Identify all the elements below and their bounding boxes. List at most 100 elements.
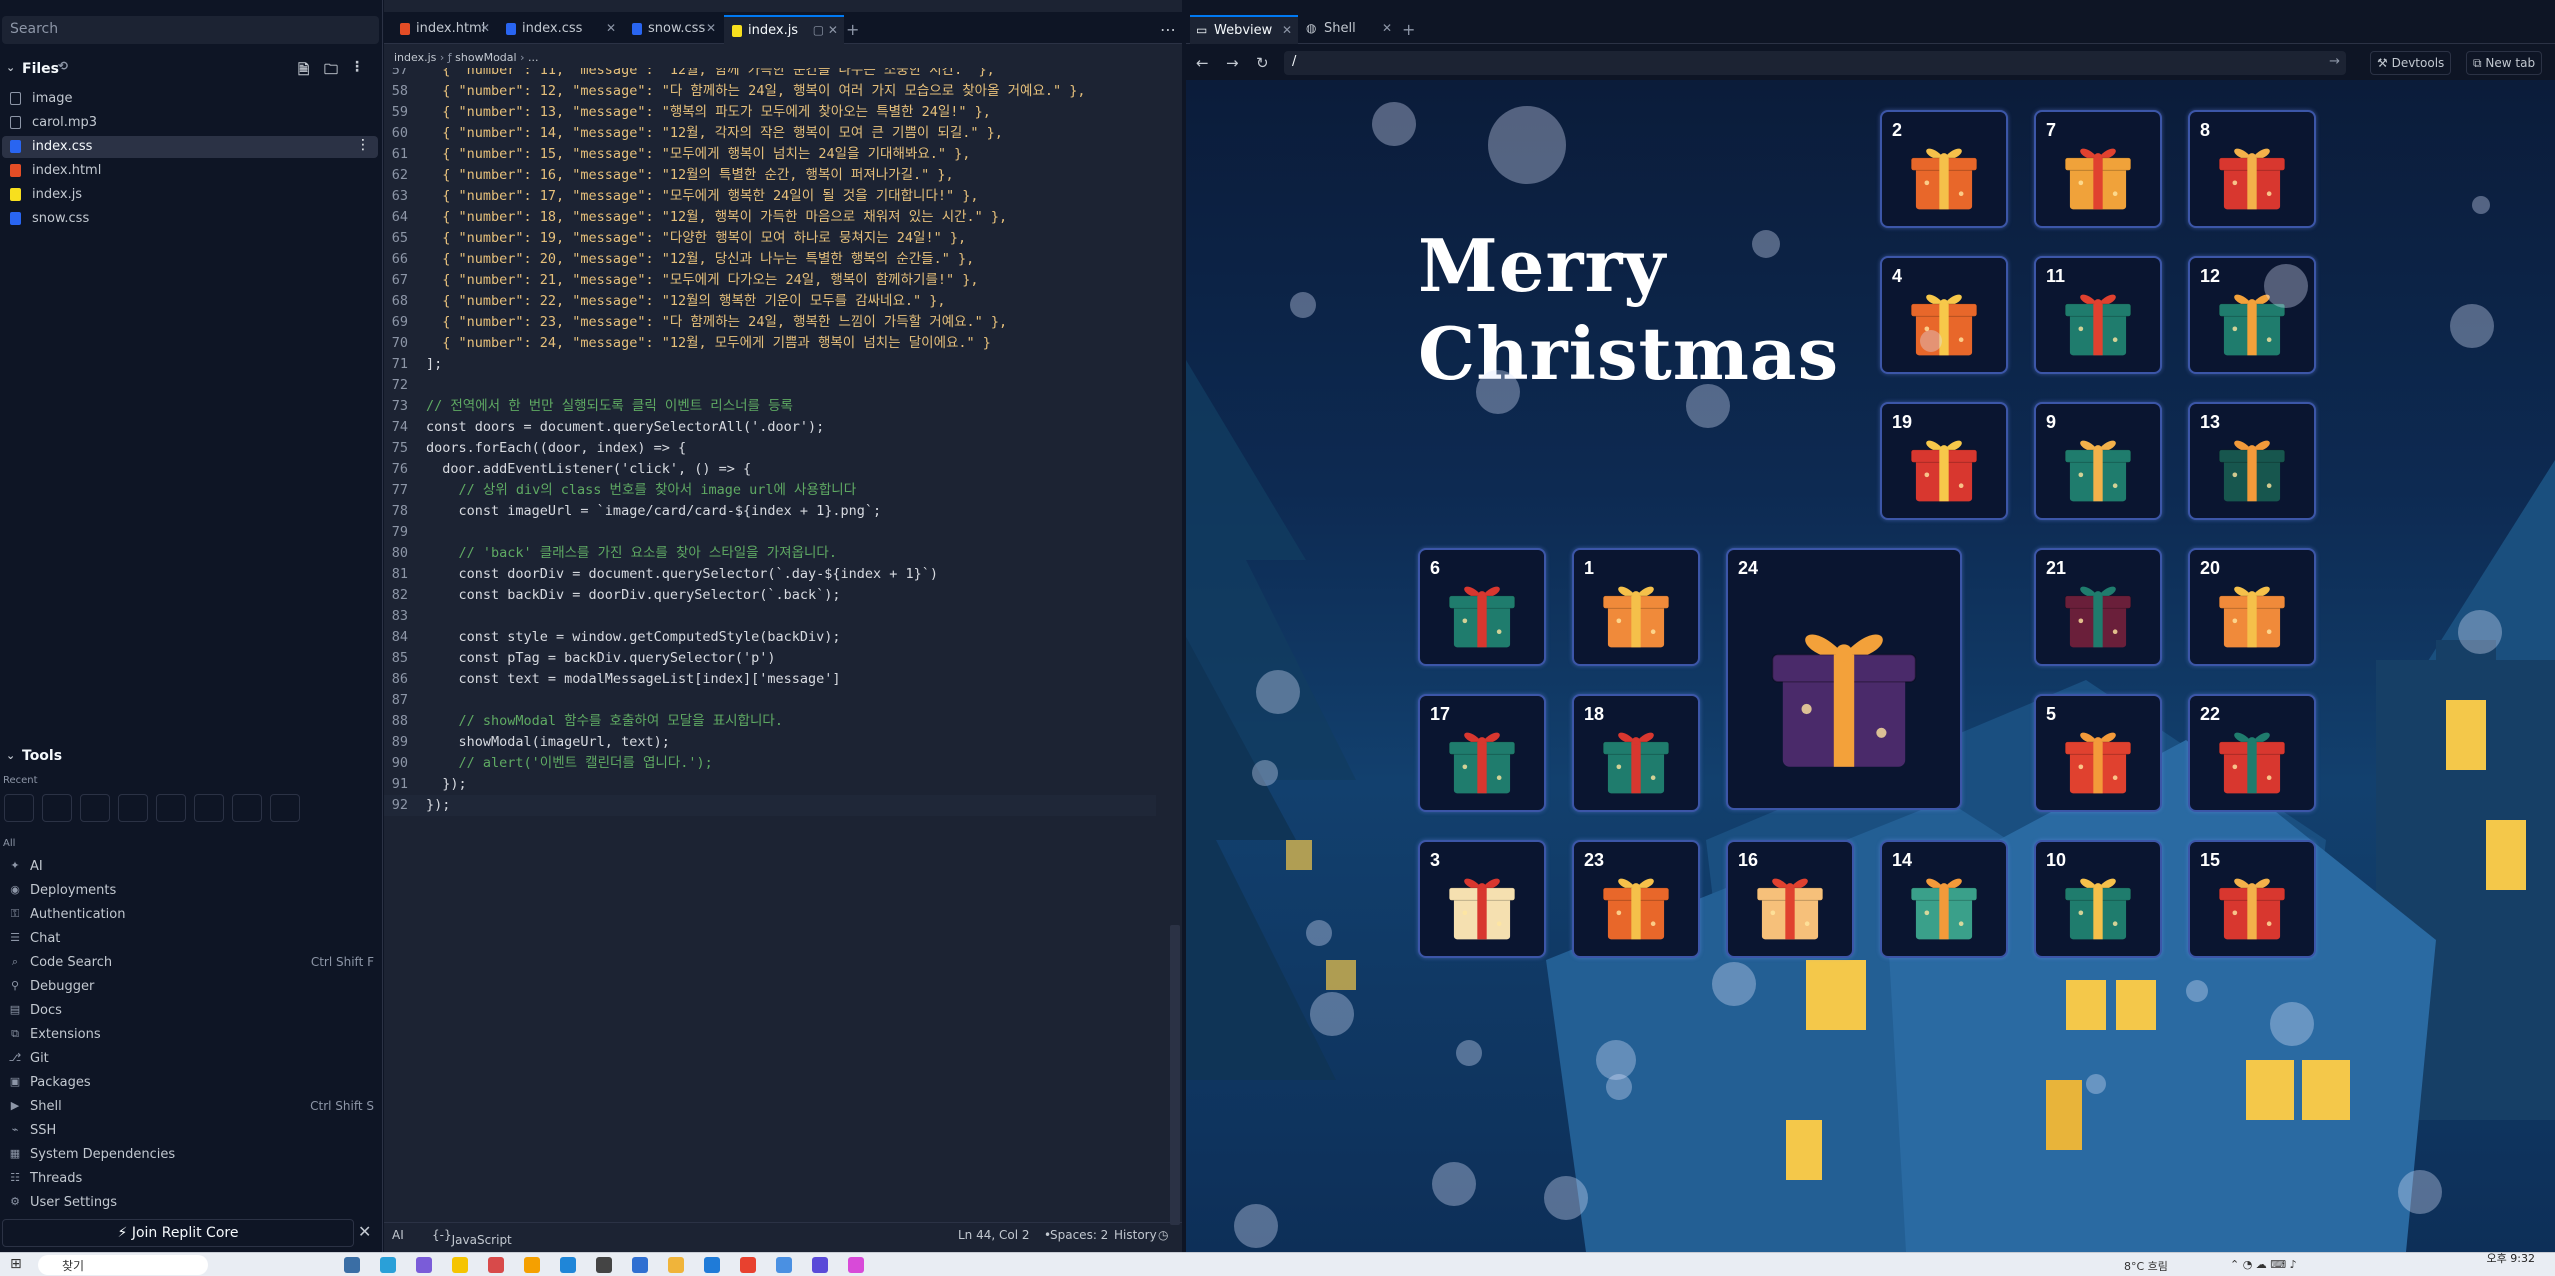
code-line[interactable]: 65 { "number": 19, "message": "다양한 행복이 모… [384, 228, 1156, 249]
code-line[interactable]: 64 { "number": 18, "message": "12월, 행복이 … [384, 207, 1156, 228]
tool-item-system-dependencies[interactable]: ▦ System Dependencies [6, 1144, 376, 1166]
taskbar-app-icon[interactable] [380, 1257, 396, 1273]
code-line[interactable]: 74 const doors = document.querySelectorAl… [384, 417, 1156, 438]
taskbar-app-icon[interactable] [632, 1257, 648, 1273]
close-icon[interactable]: ▢ ✕ [813, 23, 838, 37]
tab-index-js[interactable]: index.js ▢ ✕ [724, 15, 844, 44]
code-line[interactable]: 87 [384, 690, 1156, 711]
tool-item-authentication[interactable]: ⚿ Authentication [6, 904, 376, 926]
code-line[interactable]: 83 [384, 606, 1156, 627]
tab-shell[interactable]: ◍ Shell ✕ [1300, 15, 1398, 44]
code-line[interactable]: 58 { "number": 12, "message": "다 함께하는 24… [384, 81, 1156, 102]
close-icon[interactable]: ✕ [1382, 21, 1392, 35]
calendar-door-18[interactable]: 18 [1572, 694, 1700, 812]
calendar-door-16[interactable]: 16 [1726, 840, 1854, 958]
calendar-door-17[interactable]: 17 [1418, 694, 1546, 812]
code-line[interactable]: 92}); [384, 795, 1156, 816]
add-tab-icon[interactable]: + [846, 20, 859, 39]
code-line[interactable]: 77 // 상위 div의 class 번호를 찾아서 image url에 사… [384, 480, 1156, 501]
code-line[interactable]: 68 { "number": 22, "message": "12월의 행복한 … [384, 291, 1156, 312]
tray-icons[interactable]: ⌃ ◔ ☁ ⌨ ♪ [2230, 1258, 2297, 1271]
close-icon[interactable]: ✕ [706, 21, 716, 35]
code-line[interactable]: 69 { "number": 23, "message": "다 함께하는 24… [384, 312, 1156, 333]
tool-item-packages[interactable]: ▣ Packages [6, 1072, 376, 1094]
taskbar-app-icon[interactable] [452, 1257, 468, 1273]
tab-index-css[interactable]: index.css ✕ [498, 15, 622, 44]
calendar-door-3[interactable]: 3 [1418, 840, 1546, 958]
tool-item-threads[interactable]: ☷ Threads [6, 1168, 376, 1190]
taskbar-app-icon[interactable] [416, 1257, 432, 1273]
code-line[interactable]: 90 // alert('이벤트 캘린더를 엽니다.'); [384, 753, 1156, 774]
devtools-button[interactable]: ⚒ Devtools [2370, 51, 2452, 75]
weather-text[interactable]: 8°C 흐림 [2124, 1258, 2168, 1274]
forward-icon[interactable]: → [1226, 54, 1239, 72]
reload-icon[interactable]: ↻ [1256, 54, 1269, 72]
calendar-door-22[interactable]: 22 [2188, 694, 2316, 812]
calendar-door-24[interactable]: 24 [1726, 548, 1962, 810]
tool-item-git[interactable]: ⎇ Git [6, 1048, 376, 1070]
chevron-down-icon[interactable]: ⌄ [6, 749, 15, 762]
tool-item-shell[interactable]: ▶ Shell Ctrl Shift S [6, 1096, 376, 1118]
taskbar-app-icon[interactable] [596, 1257, 612, 1273]
tab-webview[interactable]: ▭ Webview ✕ [1190, 15, 1298, 44]
recent-tool-slot[interactable] [156, 794, 186, 822]
new-folder-icon[interactable]: 🗀 [324, 59, 338, 83]
files-section-header[interactable]: ⌄ Files ⟲ 🗎 🗀 ⋮ [0, 58, 383, 78]
close-icon[interactable]: ✕ [606, 21, 616, 35]
taskbar-app-icon[interactable] [560, 1257, 576, 1273]
taskbar-app-icon[interactable] [740, 1257, 756, 1273]
tool-item-docs[interactable]: ▤ Docs [6, 1000, 376, 1022]
file-item[interactable]: index.css ⋮ [2, 136, 378, 158]
code-area[interactable]: 57 { "number": 11, "message": "12월, 함께 가… [384, 68, 1170, 1218]
calendar-door-14[interactable]: 14 [1880, 840, 2008, 958]
code-line[interactable]: 82 const backDiv = doorDiv.querySelector… [384, 585, 1156, 606]
code-line[interactable]: 62 { "number": 16, "message": "12월의 특별한 … [384, 165, 1156, 186]
taskbar-app-icon[interactable] [488, 1257, 504, 1273]
join-replit-core-button[interactable]: ⚡ Join Replit Core [2, 1219, 354, 1247]
status-cursor-position[interactable]: Ln 44, Col 2 [958, 1228, 1030, 1242]
new-tab-button[interactable]: ⧉ New tab [2466, 51, 2543, 75]
history-icon[interactable]: ◷ [1158, 1228, 1168, 1242]
recent-tool-slot[interactable] [4, 794, 34, 822]
new-file-icon[interactable]: 🗎 [298, 59, 309, 83]
code-line[interactable]: 89 showModal(imageUrl, text); [384, 732, 1156, 753]
file-item[interactable]: carol.mp3 [2, 112, 378, 134]
code-line[interactable]: 91 }); [384, 774, 1156, 795]
calendar-door-11[interactable]: 11 [2034, 256, 2162, 374]
code-line[interactable]: 66 { "number": 20, "message": "12월, 당신과 … [384, 249, 1156, 270]
code-line[interactable]: 57 { "number": 11, "message": "12월, 함께 가… [384, 68, 1156, 81]
tool-item-deployments[interactable]: ◉ Deployments [6, 880, 376, 902]
recent-tool-slot[interactable] [80, 794, 110, 822]
sync-icon[interactable]: ⟲ [58, 59, 68, 73]
status-spaces[interactable]: Spaces: 2 [1050, 1228, 1108, 1242]
recent-tool-slot[interactable] [270, 794, 300, 822]
code-line[interactable]: 79 [384, 522, 1156, 543]
status-history[interactable]: History [1114, 1228, 1157, 1242]
code-line[interactable]: 85 const pTag = backDiv.querySelector('p… [384, 648, 1156, 669]
file-item[interactable]: index.js [2, 184, 378, 206]
calendar-door-4[interactable]: 4 [1880, 256, 2008, 374]
taskbar-app-icon[interactable] [776, 1257, 792, 1273]
chevron-down-icon[interactable]: ⌄ [6, 61, 15, 74]
calendar-door-2[interactable]: 2 [1880, 110, 2008, 228]
calendar-door-6[interactable]: 6 [1418, 548, 1546, 666]
code-line[interactable]: 73 // 전역에서 한 번만 실행되도록 클릭 이벤트 리스너를 등록 [384, 396, 1156, 417]
search-input[interactable]: Search [2, 16, 379, 44]
taskbar-app-icon[interactable] [704, 1257, 720, 1273]
taskbar-app-icon[interactable] [812, 1257, 828, 1273]
calendar-door-9[interactable]: 9 [2034, 402, 2162, 520]
breadcrumb-file[interactable]: index.js [394, 51, 436, 64]
file-item[interactable]: snow.css [2, 208, 378, 230]
url-input[interactable]: / → [1284, 51, 2346, 75]
code-line[interactable]: 60 { "number": 14, "message": "12월, 각자의 … [384, 123, 1156, 144]
calendar-door-10[interactable]: 10 [2034, 840, 2162, 958]
close-icon[interactable]: ✕ [1282, 23, 1292, 37]
file-options-icon[interactable]: ⋮ [356, 137, 370, 153]
tool-item-chat[interactable]: ☰ Chat [6, 928, 376, 950]
code-line[interactable]: 76 door.addEventListener('click', () => … [384, 459, 1156, 480]
calendar-door-7[interactable]: 7 [2034, 110, 2162, 228]
code-line[interactable]: 84 const style = window.getComputedStyle… [384, 627, 1156, 648]
code-line[interactable]: 72 [384, 375, 1156, 396]
tool-item-extensions[interactable]: ⧉ Extensions [6, 1024, 376, 1046]
file-item[interactable]: image [2, 88, 378, 110]
